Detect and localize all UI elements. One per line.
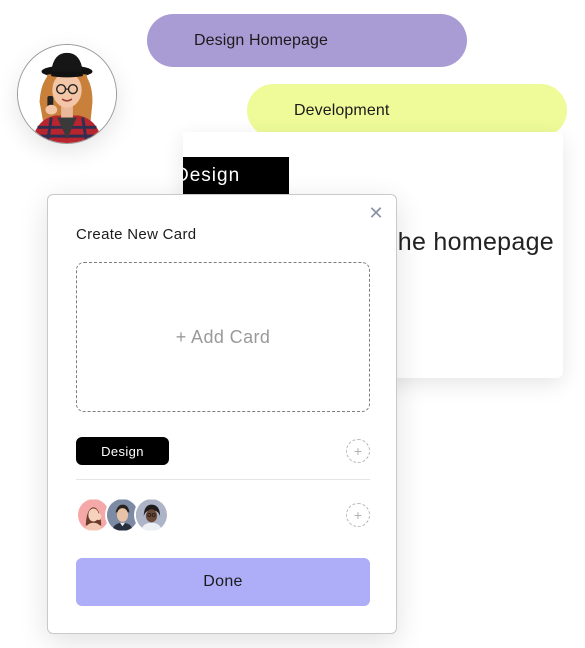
user-photo bbox=[18, 45, 116, 143]
done-label: Done bbox=[203, 573, 243, 590]
member-row: + bbox=[76, 497, 370, 533]
create-card-modal: ✕ Create New Card + Add Card Design + + … bbox=[47, 194, 397, 634]
modal-title: Create New Card bbox=[76, 226, 197, 243]
add-card-dropzone[interactable]: + Add Card bbox=[76, 262, 370, 412]
add-card-label: + Add Card bbox=[175, 326, 271, 347]
development-pill[interactable]: Development bbox=[247, 84, 567, 137]
user-avatar[interactable] bbox=[17, 44, 117, 144]
close-icon[interactable]: ✕ bbox=[368, 204, 384, 222]
design-tag-label: Design bbox=[101, 443, 144, 459]
plus-icon: + bbox=[353, 507, 363, 523]
add-member-button[interactable]: + bbox=[346, 503, 370, 527]
member-photo bbox=[136, 499, 167, 531]
tag-row: Design + bbox=[76, 437, 370, 465]
member-avatar[interactable] bbox=[134, 497, 169, 533]
development-label: Development bbox=[294, 101, 390, 119]
add-tag-button[interactable]: + bbox=[346, 439, 370, 463]
done-button[interactable]: Done bbox=[76, 558, 370, 606]
design-homepage-label: Design Homepage bbox=[194, 31, 329, 49]
design-tag[interactable]: Design bbox=[76, 437, 169, 465]
plus-icon: + bbox=[353, 443, 363, 459]
background-card-tag: Design bbox=[183, 157, 289, 195]
design-homepage-pill[interactable]: Design Homepage bbox=[147, 14, 467, 67]
divider bbox=[76, 479, 370, 480]
